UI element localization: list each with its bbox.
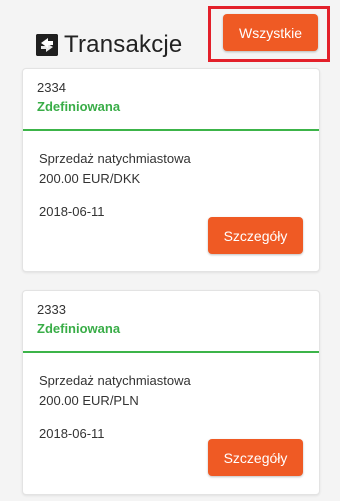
card-header: 2334 Zdefiniowana [23,69,319,131]
transaction-type: Sprzedaż natychmiastowa [39,151,191,166]
transaction-card: 2334 Zdefiniowana Sprzedaż natychmiastow… [22,68,320,272]
transaction-card: 2333 Zdefiniowana Sprzedaż natychmiastow… [22,290,320,495]
details-button[interactable]: Szczegóły [208,217,303,254]
transaction-id: 2334 [37,80,66,95]
page-title: Transakcje [64,31,183,58]
transaction-type: Sprzedaż natychmiastowa [39,373,191,388]
card-header: 2333 Zdefiniowana [23,291,319,353]
all-transactions-button[interactable]: Wszystkie [223,14,318,51]
transaction-status: Zdefiniowana [37,99,121,114]
transaction-id: 2333 [37,302,66,317]
details-button[interactable]: Szczegóły [208,439,303,476]
transactions-icon [36,34,58,56]
transaction-status: Zdefiniowana [37,321,121,336]
transaction-amount: 200.00 EUR/PLN [39,393,139,408]
transaction-amount: 200.00 EUR/DKK [39,171,141,186]
transactions-page: Transakcje Wszystkie 2334 Zdefiniowana S… [0,0,340,501]
page-header: Transakcje [36,28,182,62]
